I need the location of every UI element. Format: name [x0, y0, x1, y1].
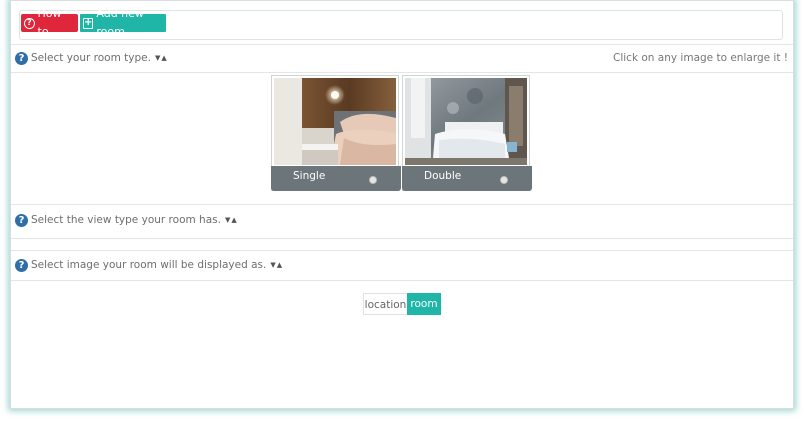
enlarge-hint: Click on any image to enlarge it ! [613, 52, 788, 64]
room-label-single: Single [293, 170, 326, 182]
room-label-bar: Double [402, 166, 532, 191]
double-room-image[interactable] [405, 78, 527, 165]
room-label-double: Double [424, 170, 462, 182]
collapse-toggle-icon[interactable]: ▼▲ [225, 216, 238, 224]
room-card-double[interactable]: Double [402, 75, 532, 191]
single-room-illustration [274, 78, 396, 165]
room-type-header: ? Select your room type. ▼▲ [15, 50, 168, 66]
view-type-header: ? Select the view type your room has. ▼▲ [15, 212, 238, 228]
divider [11, 72, 793, 73]
room-type-title: Select your room type. [31, 52, 151, 64]
help-icon[interactable]: ? [15, 51, 28, 65]
double-room-illustration [405, 78, 527, 165]
collapse-toggle-icon[interactable]: ▼▲ [155, 54, 168, 62]
add-new-room-button[interactable]: + Add new room [80, 7, 166, 38]
display-image-header: ? Select image your room will be display… [15, 257, 283, 273]
plus-square-icon: + [83, 16, 94, 29]
display-image-title: Select image your room will be displayed… [31, 259, 267, 271]
divider [11, 238, 793, 239]
display-option-room[interactable]: room [407, 293, 441, 315]
help-icon[interactable]: ? [15, 258, 28, 272]
room-radio-double[interactable] [500, 176, 508, 184]
display-option-location[interactable]: location [363, 293, 407, 315]
room-label-bar: Single [271, 166, 401, 191]
divider [11, 44, 793, 45]
divider [11, 204, 793, 205]
collapse-toggle-icon[interactable]: ▼▲ [270, 261, 283, 269]
view-type-title: Select the view type your room has. [31, 214, 221, 226]
single-room-image[interactable] [274, 78, 396, 165]
add-new-room-label: Add new room [96, 7, 144, 38]
help-icon[interactable]: ? [15, 213, 28, 227]
divider [11, 280, 793, 281]
toolbar: ? How to + Add new room [19, 7, 783, 40]
question-circle-icon: ? [24, 17, 35, 29]
room-radio-single[interactable] [369, 176, 377, 184]
divider [11, 250, 793, 251]
howto-button[interactable]: ? How to [21, 7, 78, 38]
howto-label: How to [37, 7, 62, 38]
room-editor-panel: ? How to + Add new room ? Select your ro… [10, 0, 794, 409]
room-card-single[interactable]: Single [271, 75, 401, 191]
